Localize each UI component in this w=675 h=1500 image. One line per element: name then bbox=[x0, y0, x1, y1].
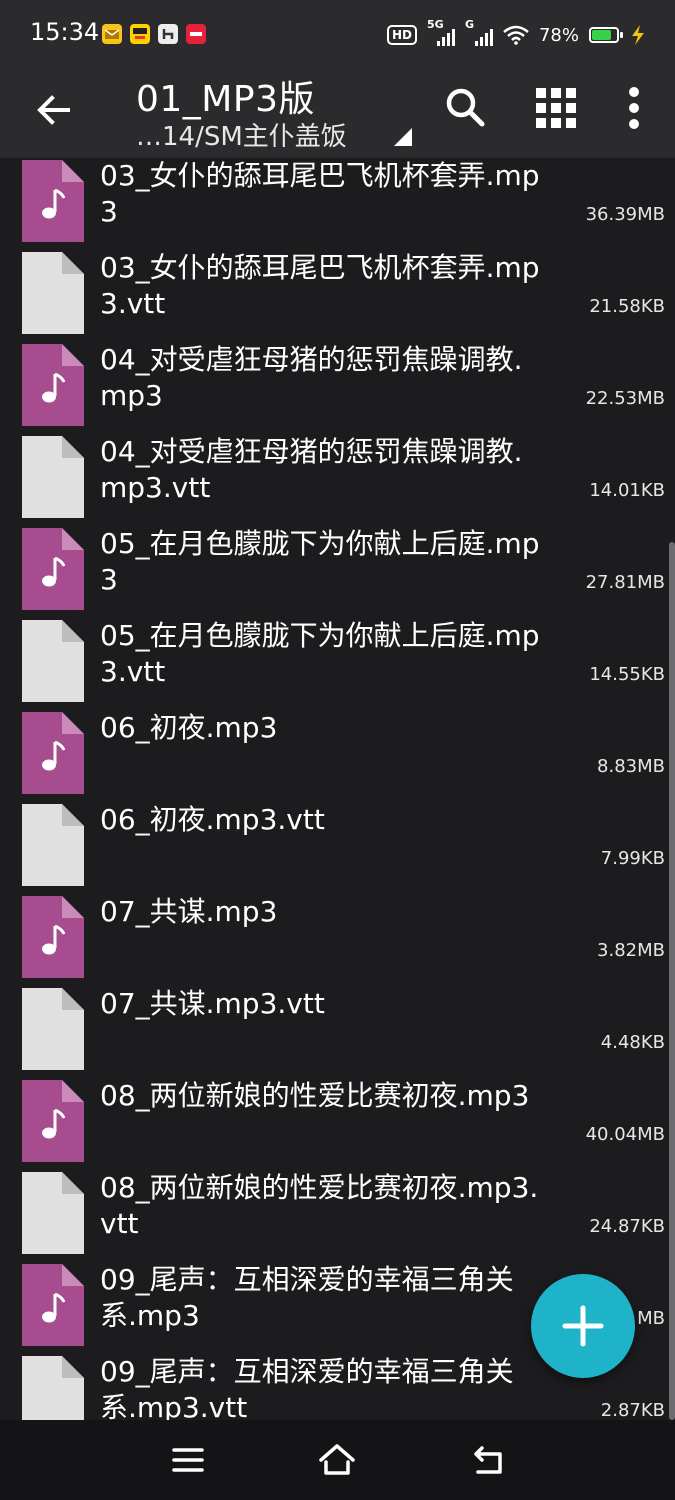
breadcrumb-path[interactable]: …14/SM主仆盖饭 bbox=[136, 116, 347, 153]
file-size: 27.81MB bbox=[585, 572, 665, 593]
file-row[interactable]: 05_在月色朦胧下为你献上后庭.mp3 27.81MB bbox=[0, 522, 675, 614]
signal-g-icon: G bbox=[465, 18, 493, 46]
path-dropdown-icon[interactable] bbox=[394, 128, 412, 146]
file-size: 24.87KB bbox=[589, 1216, 665, 1237]
file-name: 05_在月色朦胧下为你献上后庭.mp3 bbox=[100, 527, 540, 596]
file-row[interactable]: 08_两位新娘的性爱比赛初夜.mp3.vtt 24.87KB bbox=[0, 1166, 675, 1258]
file-size: 8.83MB bbox=[597, 756, 665, 777]
navigation-bar bbox=[0, 1420, 675, 1500]
file-size: 3.82MB bbox=[597, 940, 665, 961]
battery-fill bbox=[592, 30, 611, 40]
file-size: 36.39MB bbox=[585, 204, 665, 225]
file-size: 22.53MB bbox=[585, 388, 665, 409]
text-file-icon bbox=[22, 988, 84, 1070]
audio-file-icon bbox=[22, 160, 84, 242]
wifi-icon bbox=[503, 25, 529, 45]
status-bar: 15:34 HD 5G G 78% bbox=[0, 0, 675, 70]
plus-icon bbox=[562, 1305, 604, 1347]
file-row[interactable]: 08_两位新娘的性爱比赛初夜.mp3 40.04MB bbox=[0, 1074, 675, 1166]
file-name: 09_尾声：互相深爱的幸福三角关系.mp3 bbox=[100, 1263, 514, 1332]
text-file-icon bbox=[22, 620, 84, 702]
file-name: 03_女仆的舔耳尾巴飞机杯套弄.mp3 bbox=[100, 159, 540, 228]
menu-nav-button[interactable] bbox=[168, 1440, 208, 1480]
audio-file-icon bbox=[22, 896, 84, 978]
file-name: 08_两位新娘的性爱比赛初夜.mp3 bbox=[100, 1079, 530, 1112]
file-row[interactable]: 07_共谋.mp3 3.82MB bbox=[0, 890, 675, 982]
more-vert-icon bbox=[629, 87, 639, 129]
hd-badge: HD bbox=[386, 25, 417, 45]
file-size: 40.04MB bbox=[585, 1124, 665, 1145]
file-size: 4.48KB bbox=[600, 1032, 665, 1053]
file-name: 04_对受虐狂母猪的惩罚焦躁调教.mp3 bbox=[100, 343, 523, 412]
game-app-icon bbox=[158, 24, 178, 44]
file-name: 08_两位新娘的性爱比赛初夜.mp3.vtt bbox=[100, 1171, 539, 1240]
file-size: 7.99KB bbox=[600, 848, 665, 869]
audio-file-icon bbox=[22, 1264, 84, 1346]
file-name: 07_共谋.mp3.vtt bbox=[100, 987, 325, 1020]
audio-file-icon bbox=[22, 1080, 84, 1162]
file-row[interactable]: 06_初夜.mp3 8.83MB bbox=[0, 706, 675, 798]
file-name: 07_共谋.mp3 bbox=[100, 895, 278, 928]
grid-view-icon bbox=[536, 88, 576, 128]
charging-icon bbox=[632, 25, 644, 45]
audio-file-icon bbox=[22, 528, 84, 610]
file-size: 2.87KB bbox=[600, 1400, 665, 1420]
red-app-icon bbox=[186, 24, 206, 44]
file-size: 14.01KB bbox=[589, 480, 665, 501]
file-row[interactable]: 04_对受虐狂母猪的惩罚焦躁调教.mp3.vtt 14.01KB bbox=[0, 430, 675, 522]
text-file-icon bbox=[22, 252, 84, 334]
file-size: 14.55KB bbox=[589, 664, 665, 685]
file-name: 06_初夜.mp3.vtt bbox=[100, 803, 325, 836]
meituan-app-icon bbox=[130, 24, 150, 44]
battery-icon bbox=[589, 27, 623, 43]
file-list[interactable]: 03_女仆的舔耳尾巴飞机杯套弄.mp3 36.39MB 03_女仆的舔耳尾巴飞机杯套… bbox=[0, 158, 675, 1420]
text-file-icon bbox=[22, 436, 84, 518]
back-return-icon bbox=[474, 1446, 502, 1474]
file-size: MB bbox=[637, 1308, 665, 1329]
file-row[interactable]: 04_对受虐狂母猪的惩罚焦躁调教.mp3 22.53MB bbox=[0, 338, 675, 430]
text-file-icon bbox=[22, 1172, 84, 1254]
search-button[interactable] bbox=[442, 84, 490, 132]
search-icon bbox=[446, 88, 485, 127]
app-bar: 01_MP3版 …14/SM主仆盖饭 bbox=[0, 70, 675, 158]
file-name: 04_对受虐狂母猪的惩罚焦躁调教.mp3.vtt bbox=[100, 435, 523, 504]
file-row[interactable]: 03_女仆的舔耳尾巴飞机杯套弄.mp3.vtt 21.58KB bbox=[0, 246, 675, 338]
file-row[interactable]: 06_初夜.mp3.vtt 7.99KB bbox=[0, 798, 675, 890]
back-nav-button[interactable] bbox=[468, 1440, 508, 1480]
mail-app-icon bbox=[102, 24, 122, 44]
file-row[interactable]: 05_在月色朦胧下为你献上后庭.mp3.vtt 14.55KB bbox=[0, 614, 675, 706]
file-size: 21.58KB bbox=[589, 296, 665, 317]
file-name: 06_初夜.mp3 bbox=[100, 711, 278, 744]
text-file-icon bbox=[22, 1356, 84, 1420]
status-time: 15:34 bbox=[30, 18, 100, 46]
signal-5g-icon: 5G bbox=[427, 18, 455, 46]
arrow-back-icon bbox=[37, 95, 70, 125]
file-name: 03_女仆的舔耳尾巴飞机杯套弄.mp3.vtt bbox=[100, 251, 540, 320]
home-icon bbox=[319, 1444, 355, 1475]
audio-file-icon bbox=[22, 712, 84, 794]
file-name: 09_尾声：互相深爱的幸福三角关系.mp3.vtt bbox=[100, 1355, 514, 1420]
scrollbar[interactable] bbox=[669, 542, 675, 1420]
file-row[interactable]: 07_共谋.mp3.vtt 4.48KB bbox=[0, 982, 675, 1074]
menu-icon bbox=[172, 1448, 204, 1472]
battery-percent: 78% bbox=[538, 24, 579, 46]
back-button[interactable] bbox=[30, 86, 78, 134]
file-row[interactable]: 03_女仆的舔耳尾巴飞机杯套弄.mp3 36.39MB bbox=[0, 158, 675, 246]
file-name: 05_在月色朦胧下为你献上后庭.mp3.vtt bbox=[100, 619, 540, 688]
more-options-button[interactable] bbox=[614, 84, 654, 132]
page-title: 01_MP3版 bbox=[136, 79, 315, 120]
home-nav-button[interactable] bbox=[317, 1440, 357, 1480]
text-file-icon bbox=[22, 804, 84, 886]
status-indicators: HD 5G G 78% bbox=[386, 18, 647, 50]
add-button[interactable] bbox=[531, 1274, 635, 1378]
audio-file-icon bbox=[22, 344, 84, 426]
signal-g-label: G bbox=[464, 18, 475, 31]
grid-view-button[interactable] bbox=[532, 84, 580, 132]
